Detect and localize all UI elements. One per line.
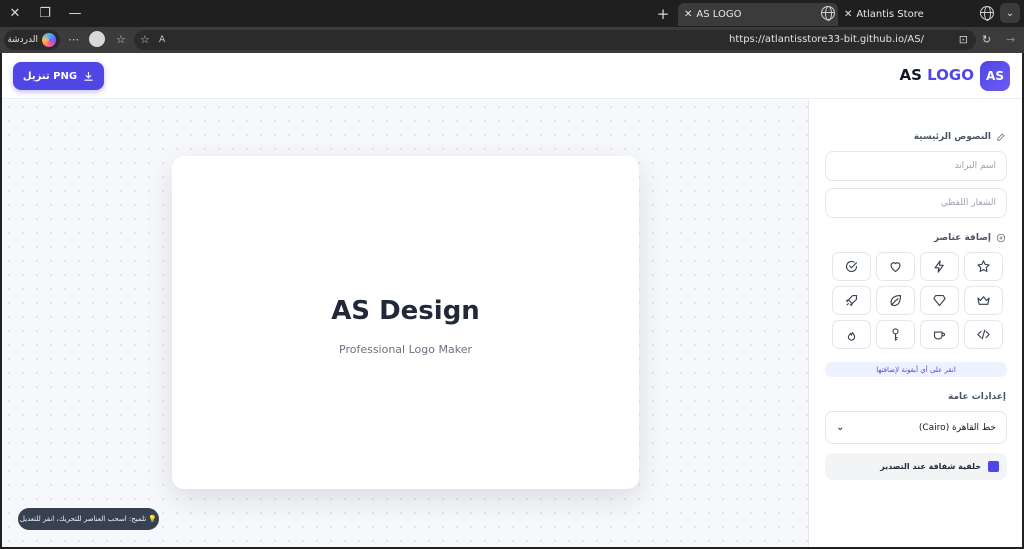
- new-tab-icon[interactable]: +: [648, 0, 678, 27]
- add-heart-button[interactable]: [876, 252, 915, 281]
- chevron-down-icon: ⌄: [836, 422, 845, 433]
- download-png-button[interactable]: تنزيل PNG: [13, 62, 104, 90]
- more-options-icon[interactable]: ⋯: [68, 32, 79, 48]
- logo-prefix: AS: [899, 66, 928, 84]
- add-code-button[interactable]: [964, 320, 1003, 349]
- brand-name-input[interactable]: اسم البراند: [825, 151, 1007, 181]
- logo-badge-text: AS: [986, 69, 1004, 83]
- font-select[interactable]: خط القاهرة (Cairo) ⌄: [825, 411, 1007, 444]
- favorites-icon[interactable]: ☆: [116, 32, 126, 48]
- copilot-icon: [42, 33, 56, 47]
- main-texts-heading: النصوص الرئيسية: [914, 132, 1006, 142]
- tab-atlantis-store[interactable]: ✕ Atlantis Store: [838, 3, 988, 26]
- star-icon: [977, 260, 990, 272]
- download-label: تنزيل PNG: [22, 70, 78, 82]
- close-window-icon[interactable]: ✕: [0, 0, 30, 27]
- code-icon: [977, 329, 990, 340]
- app-available-icon[interactable]: ⊡: [959, 32, 968, 48]
- add-star-button[interactable]: [964, 252, 1003, 281]
- main-texts-title: النصوص الرئيسية: [913, 132, 991, 142]
- add-favorite-icon[interactable]: ☆: [140, 32, 150, 48]
- minimize-window-icon[interactable]: —: [60, 0, 90, 27]
- add-elements-heading: إضافة عناصر: [934, 233, 1006, 243]
- tip-toast: 💡 تلميح: اسحب العناصر للتحريك، انقر للتع…: [18, 508, 159, 530]
- add-coffee-button[interactable]: [920, 320, 959, 349]
- add-leaf-button[interactable]: [876, 286, 915, 315]
- edit-icon: [997, 133, 1005, 141]
- logo-badge: AS: [980, 61, 1010, 91]
- download-icon: [84, 71, 93, 81]
- slogan-input[interactable]: الشعار اللفظي: [825, 188, 1007, 218]
- add-check-circle-button[interactable]: [832, 252, 871, 281]
- gem-icon: [933, 294, 946, 307]
- app-logo: AS LOGO: [900, 66, 974, 84]
- logo-preview-card[interactable]: AS Design Professional Logo Maker: [172, 156, 639, 489]
- plus-circle-icon: [996, 233, 1006, 243]
- slogan-text[interactable]: Professional Logo Maker: [172, 343, 639, 356]
- logo-accent: LOGO: [927, 66, 974, 84]
- transparent-bg-label: خلفية شفافة عند التصدير: [880, 462, 981, 471]
- chat-label: الدردشة: [7, 35, 38, 45]
- url-text: https://atlantisstore33-bit.github.io/AS…: [729, 34, 924, 45]
- design-canvas-area: AS Design Professional Logo Maker 💡 تلمي…: [2, 100, 808, 547]
- slogan-placeholder: الشعار اللفظي: [940, 198, 996, 208]
- tab-as-logo[interactable]: ✕ AS LOGO: [678, 3, 838, 26]
- add-bolt-button[interactable]: [920, 252, 959, 281]
- tab-title: AS LOGO: [696, 9, 742, 20]
- add-fire-button[interactable]: [832, 320, 871, 349]
- refresh-icon[interactable]: ↻: [982, 32, 991, 48]
- bolt-icon: [934, 260, 944, 273]
- brand-name-text[interactable]: AS Design: [172, 296, 639, 326]
- read-aloud-icon[interactable]: A: [159, 32, 165, 48]
- general-settings-heading: إعدادات عامة: [948, 392, 1006, 402]
- font-select-value: خط القاهرة (Cairo): [918, 422, 996, 433]
- key-icon: [892, 328, 899, 341]
- forward-icon[interactable]: →: [1006, 32, 1015, 48]
- profile-avatar[interactable]: [89, 31, 105, 47]
- icon-grid: [825, 252, 1007, 350]
- restore-window-icon[interactable]: ❐: [30, 0, 60, 27]
- add-rocket-button[interactable]: [832, 286, 871, 315]
- brand-name-placeholder: اسم البراند: [954, 161, 996, 171]
- check-circle-icon: [845, 261, 858, 273]
- globe-icon: [980, 6, 994, 21]
- leaf-icon: [890, 294, 902, 307]
- tab-close-icon[interactable]: ✕: [844, 9, 852, 20]
- tab-actions-chevron-icon[interactable]: ⌄: [1000, 3, 1020, 23]
- copilot-chat-button[interactable]: الدردشة: [4, 30, 60, 50]
- web-page: AS AS LOGO تنزيل PNG AS Design Professio…: [2, 53, 1022, 547]
- rocket-icon: [845, 294, 858, 307]
- browser-titlebar: ✕ ❐ — + ✕ AS LOGO ✕ Atlantis Store ⌄: [0, 0, 1024, 27]
- coffee-icon: [933, 331, 946, 340]
- transparent-bg-option[interactable]: خلفية شفافة عند التصدير: [825, 453, 1007, 480]
- general-settings-title: إعدادات عامة: [948, 392, 1006, 402]
- transparent-bg-checkbox[interactable]: [988, 461, 999, 472]
- icon-hint: انقر على أي أيقونة لإضافتها: [825, 362, 1007, 377]
- crown-icon: [977, 296, 990, 305]
- fire-icon: [847, 332, 856, 341]
- tab-title: Atlantis Store: [856, 9, 924, 20]
- add-elements-title: إضافة عناصر: [933, 233, 991, 243]
- browser-toolbar: الدردشة ⋯ ☆ ☆ A https://atlantisstore33-…: [0, 27, 1024, 53]
- address-bar[interactable]: ☆ A https://atlantisstore33-bit.github.i…: [134, 30, 976, 50]
- add-key-button[interactable]: [876, 320, 915, 349]
- settings-sidebar: النصوص الرئيسية اسم البراند الشعار اللفظ…: [808, 100, 1022, 547]
- app-header: AS AS LOGO تنزيل PNG: [2, 53, 1022, 99]
- globe-icon: [821, 6, 835, 21]
- heart-icon: [890, 262, 901, 273]
- add-gem-button[interactable]: [920, 286, 959, 315]
- add-crown-button[interactable]: [964, 286, 1003, 315]
- tab-close-icon[interactable]: ✕: [684, 9, 692, 20]
